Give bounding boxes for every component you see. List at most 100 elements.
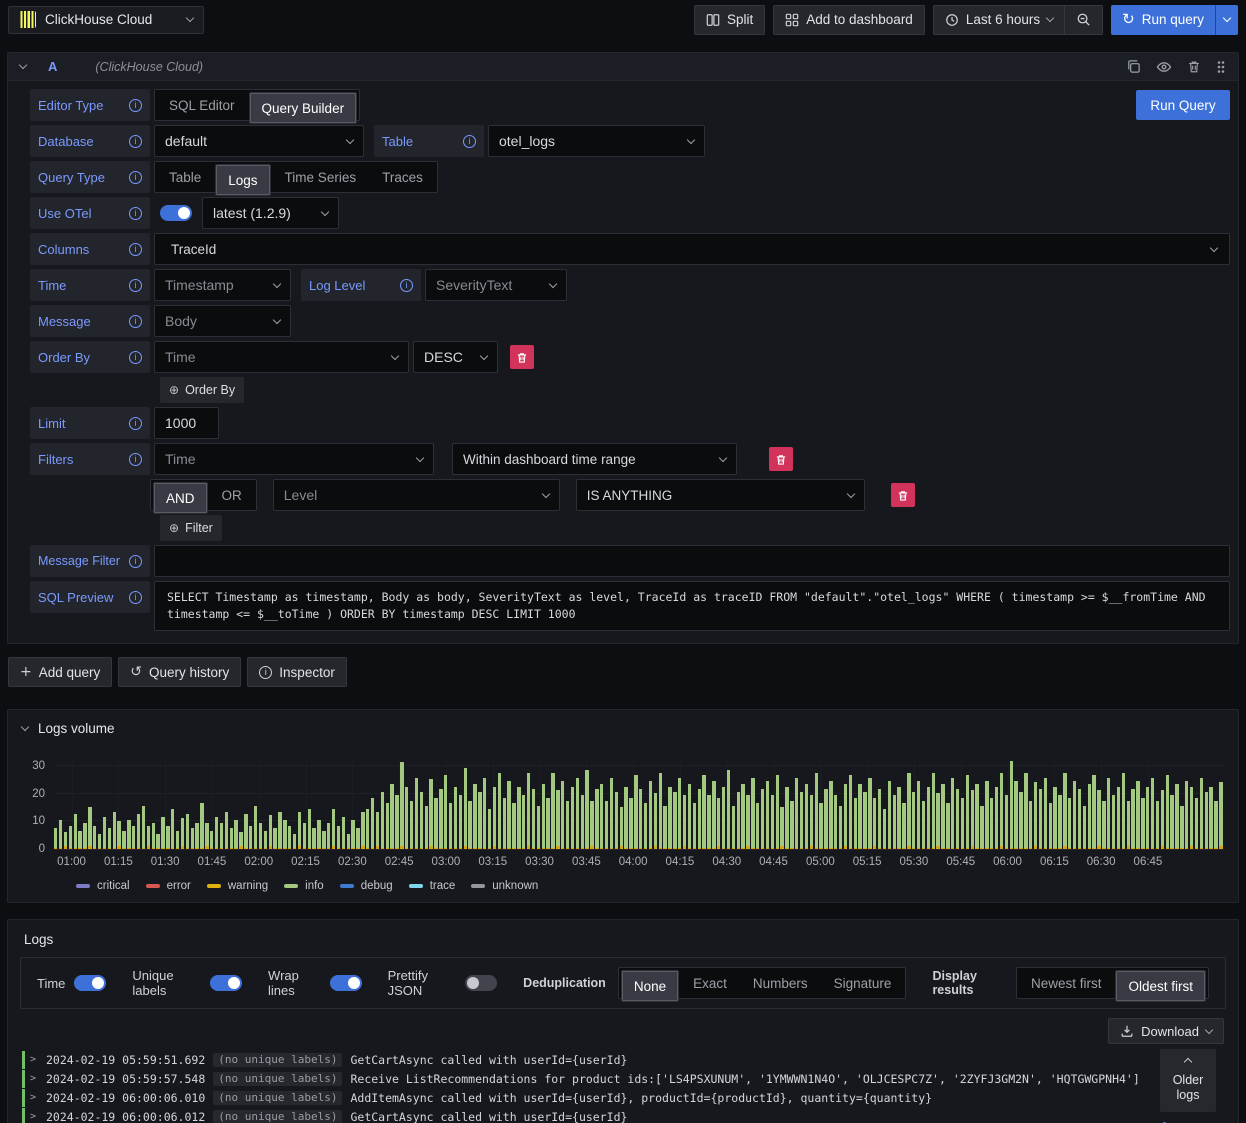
add-to-dashboard-button[interactable]: Add to dashboard [773, 4, 925, 35]
volume-bar [409, 800, 414, 849]
zoom-out-time-button[interactable] [1064, 4, 1104, 35]
inspector-button[interactable]: i Inspector [247, 657, 347, 687]
collapse-chevron-icon[interactable] [20, 722, 30, 732]
columns-multiselect[interactable]: TraceId [154, 233, 1230, 265]
log-row[interactable]: >2024-02-19 06:00:06.012 (no unique label… [22, 1108, 1224, 1123]
logs-volume-header[interactable]: Logs volume [8, 710, 1238, 740]
add-query-button[interactable]: + Add query [8, 657, 113, 687]
download-button[interactable]: Download [1108, 1018, 1224, 1044]
query-editor-panel: A (ClickHouse Cloud) Editor Type i SQL Ed… [7, 52, 1239, 644]
run-query-inline-button[interactable]: Run Query [1136, 90, 1230, 120]
legend-label: critical [97, 880, 130, 892]
radio-option-signature[interactable]: Signature [822, 970, 904, 996]
query-history-button[interactable]: ↺ Query history [118, 657, 242, 687]
collapse-chevron-icon[interactable] [18, 60, 28, 70]
limit-input[interactable] [154, 407, 219, 439]
message-filter-input[interactable] [154, 545, 1230, 577]
toggle-switch-time[interactable] [74, 975, 107, 991]
add-filter-button[interactable]: ⊕ Filter [160, 515, 222, 541]
toggle-switch-prettify-json[interactable] [465, 975, 498, 991]
legend-item-error[interactable]: error [145, 880, 191, 892]
drag-handle-icon[interactable] [1216, 60, 1226, 74]
time-range-picker[interactable]: Last 6 hours [932, 4, 1065, 35]
volume-bar [463, 767, 467, 849]
volume-bar [1204, 792, 1208, 849]
split-button[interactable]: Split [693, 4, 766, 35]
logs-volume-chart[interactable]: 0 10 20 30 [32, 758, 1224, 855]
legend-item-critical[interactable]: critical [76, 880, 130, 892]
volume-bar [351, 820, 355, 849]
toggle-label: Wrap lines [268, 968, 299, 998]
log-row[interactable]: >2024-02-19 05:59:57.548 (no unique label… [22, 1070, 1224, 1088]
radio-option-none[interactable]: None [620, 970, 680, 1002]
volume-bar [829, 780, 833, 849]
info-icon: i [129, 350, 142, 364]
log-message: GetCartAsync called with userId={userId} [350, 1053, 628, 1067]
radio-option-numbers[interactable]: Numbers [741, 970, 820, 996]
message-column-select[interactable]: Body [154, 305, 291, 337]
legend-label: error [166, 880, 191, 892]
legend-item-debug[interactable]: debug [339, 880, 393, 892]
filter-level-select[interactable]: Level [272, 479, 560, 511]
radio-option-time-series[interactable]: Time Series [273, 164, 369, 190]
hide-response-eye-icon[interactable] [1156, 59, 1172, 75]
toggle-switch-unique-labels[interactable] [210, 975, 243, 991]
expand-chevron-icon[interactable]: > [30, 1053, 38, 1067]
radio-option-exact[interactable]: Exact [681, 970, 739, 996]
toggle-switch-wrap-lines[interactable] [329, 975, 362, 991]
volume-bar [561, 780, 565, 849]
duplicate-query-icon[interactable] [1126, 59, 1141, 74]
expand-chevron-icon[interactable]: > [30, 1110, 38, 1123]
radio-option-query-builder[interactable]: Query Builder [248, 92, 358, 124]
volume-bar [419, 792, 423, 849]
legend-item-unknown[interactable]: unknown [471, 880, 538, 892]
older-logs-button[interactable]: Older logs [1160, 1049, 1216, 1112]
volume-bar [1189, 787, 1194, 849]
log-row[interactable]: >2024-02-19 05:59:51.692 (no unique label… [22, 1051, 1224, 1069]
legend-item-info[interactable]: info [284, 880, 324, 892]
run-query-caret[interactable] [1215, 4, 1238, 35]
sql-preview-text[interactable]: SELECT Timestamp as timestamp, Body as b… [154, 581, 1230, 631]
add-order-by-button[interactable]: ⊕ Order By [160, 377, 245, 403]
volume-bar [292, 833, 297, 849]
use-otel-toggle[interactable] [160, 205, 192, 221]
circle-plus-icon: ⊕ [169, 521, 180, 535]
filter-operator-select[interactable]: Within dashboard time range [452, 443, 737, 475]
datasource-picker[interactable]: ClickHouse Cloud [8, 5, 204, 34]
order-by-direction-select[interactable]: DESC [413, 341, 498, 373]
table-select[interactable]: otel_logs [488, 125, 705, 157]
otel-version-select[interactable]: latest (1.2.9) [202, 197, 339, 229]
legend-item-warning[interactable]: warning [206, 880, 268, 892]
radio-option-traces[interactable]: Traces [370, 164, 435, 190]
volume-bar [882, 808, 887, 849]
remove-query-trash-icon[interactable] [1187, 59, 1201, 74]
legend-item-trace[interactable]: trace [408, 880, 455, 892]
datasource-name: ClickHouse Cloud [45, 12, 153, 27]
remove-filter-button-2[interactable] [890, 483, 915, 507]
volume-bar [1092, 775, 1096, 849]
radio-option-or[interactable]: OR [210, 482, 254, 508]
radio-option-and[interactable]: AND [153, 482, 208, 514]
time-column-select[interactable]: Timestamp [154, 269, 291, 301]
radio-option-logs[interactable]: Logs [215, 164, 271, 196]
radio-option-newest-first[interactable]: Newest first [1019, 970, 1114, 996]
remove-filter-button[interactable] [769, 447, 793, 471]
query-row-header[interactable]: A (ClickHouse Cloud) [8, 53, 1238, 81]
volume-bar [483, 778, 487, 849]
explore-toolbar: ClickHouse Cloud Split Add to dashboard … [0, 0, 1246, 39]
expand-chevron-icon[interactable]: > [30, 1091, 38, 1105]
remove-order-by-button[interactable] [510, 345, 534, 369]
run-query-button[interactable]: ↻ Run query [1111, 4, 1238, 35]
database-select[interactable]: default [154, 125, 364, 157]
radio-option-sql-editor[interactable]: SQL Editor [157, 92, 247, 118]
filter-operator-select-2[interactable]: IS ANYTHING [575, 479, 865, 511]
order-by-field-select[interactable]: Time [154, 341, 409, 373]
radio-option-table[interactable]: Table [157, 164, 213, 190]
info-icon: i [129, 98, 142, 112]
filter-field-select[interactable]: Time [154, 443, 434, 475]
expand-chevron-icon[interactable]: > [30, 1072, 38, 1086]
log-row[interactable]: >2024-02-19 06:00:06.010 (no unique label… [22, 1089, 1224, 1107]
volume-bar [507, 780, 511, 849]
log-level-column-select[interactable]: SeverityText [425, 269, 567, 301]
radio-option-oldest-first[interactable]: Oldest first [1115, 970, 1206, 1002]
